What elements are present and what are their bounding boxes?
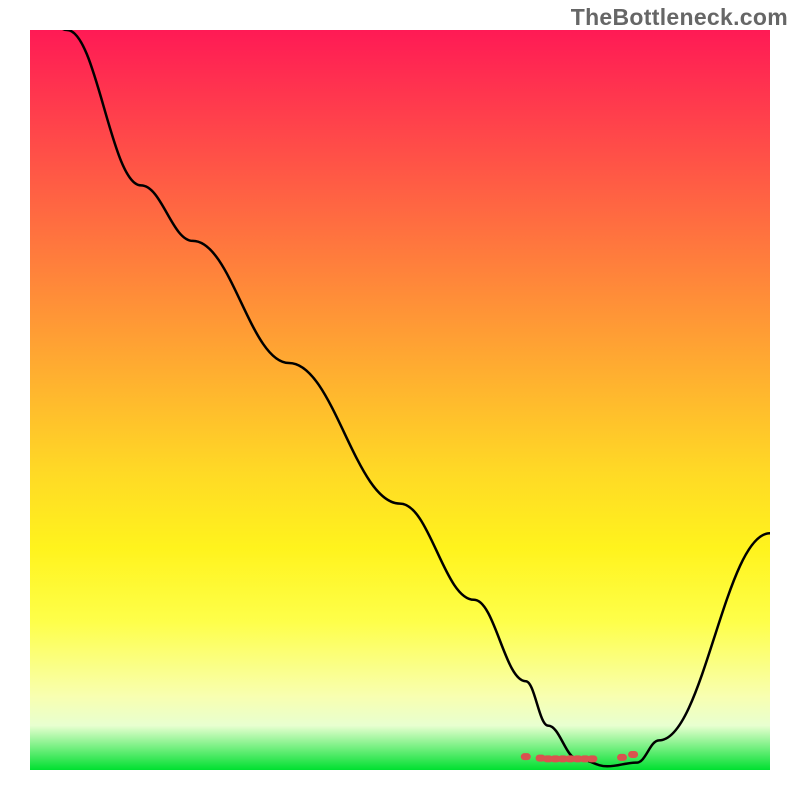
watermark-text: TheBottleneck.com bbox=[571, 4, 788, 31]
plateau-markers bbox=[521, 751, 638, 762]
chart-plot-area bbox=[30, 30, 770, 770]
bottleneck-curve bbox=[30, 30, 770, 766]
chart-svg bbox=[30, 30, 770, 770]
